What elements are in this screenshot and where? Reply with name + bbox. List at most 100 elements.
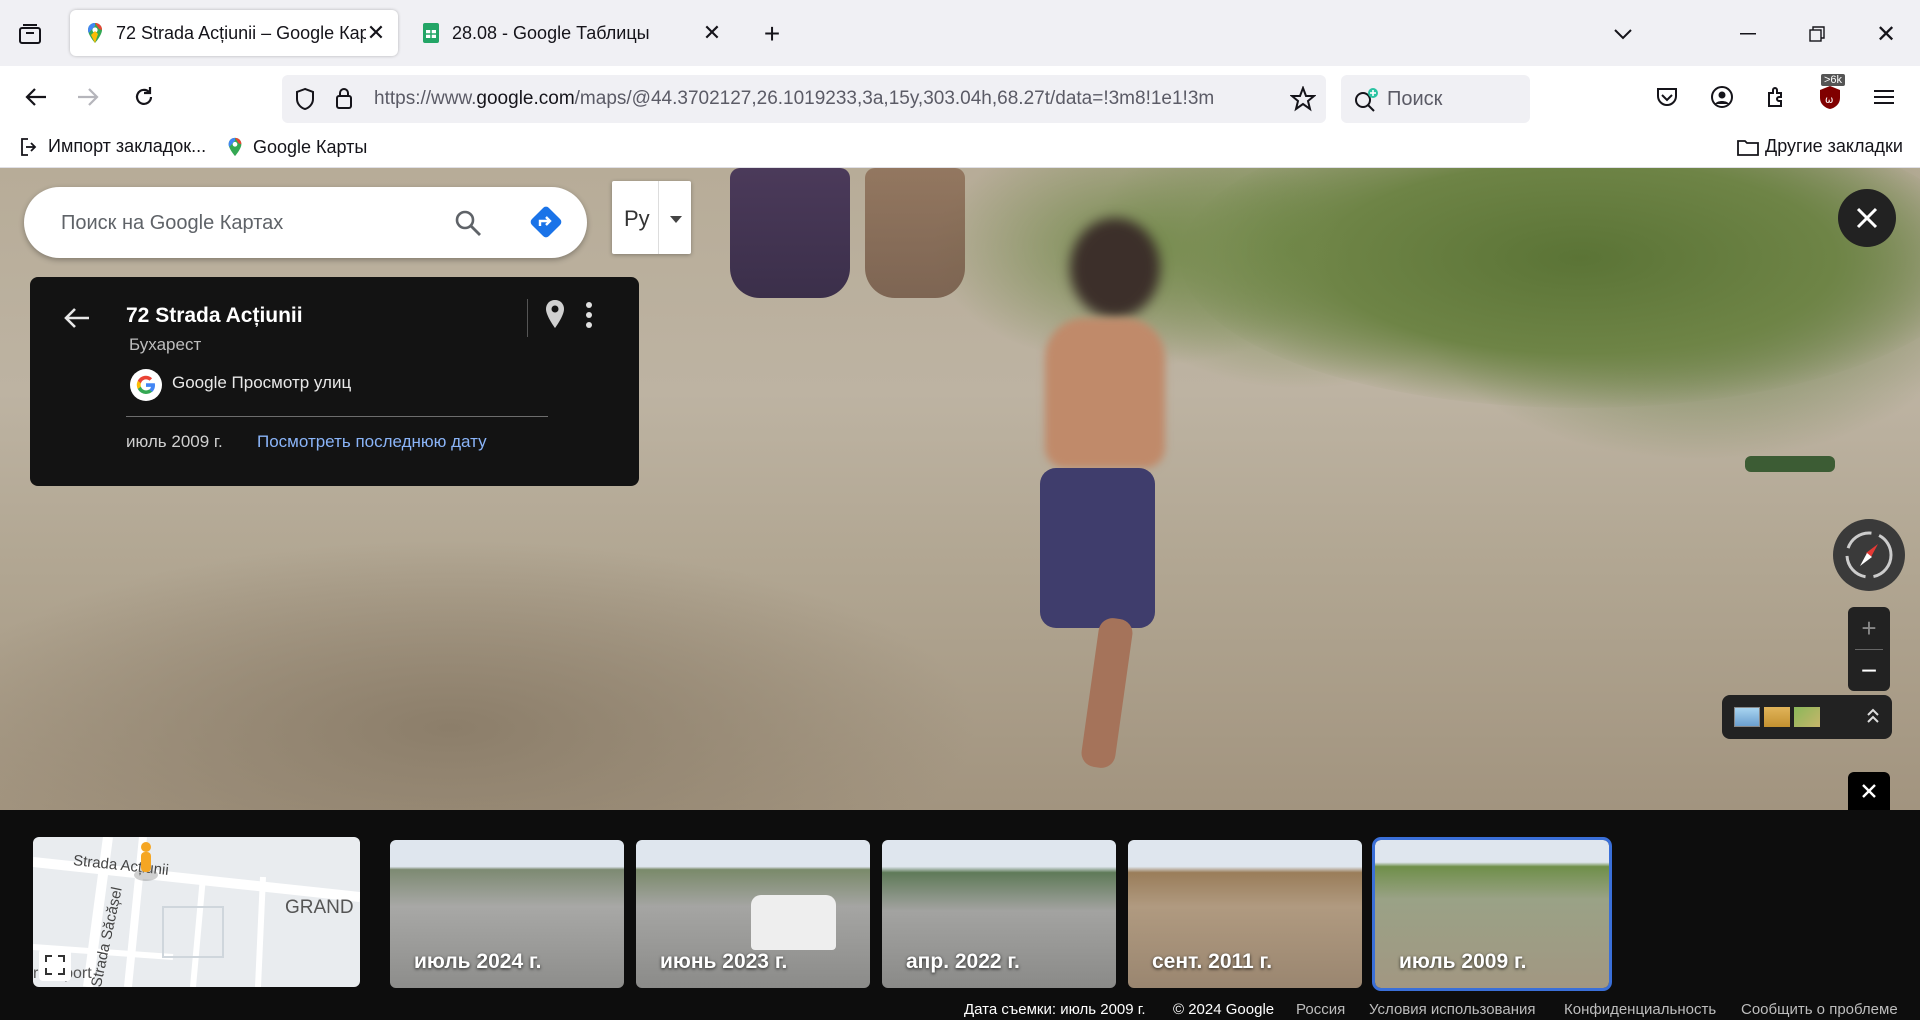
fullscreen-icon[interactable] <box>39 949 71 981</box>
compass-button[interactable] <box>1833 519 1905 591</box>
timeline-date-label: июль 2009 г. <box>1399 950 1527 973</box>
pegman-icon <box>133 841 159 888</box>
imagery-source: Google Просмотр улиц <box>172 373 352 392</box>
maps-pin-icon <box>88 23 102 43</box>
tracking-protection-icon[interactable] <box>294 87 316 116</box>
close-tab-icon[interactable]: ✕ <box>700 20 724 45</box>
bottle <box>1745 456 1835 472</box>
capture-date-footer: Дата съемки: июль 2009 г. <box>964 1001 1146 1018</box>
zoom-in-icon[interactable]: + <box>1861 607 1876 649</box>
other-bookmarks[interactable]: Другие закладки <box>1737 136 1903 157</box>
new-tab-icon[interactable]: + <box>756 18 788 50</box>
restore-icon[interactable] <box>1801 18 1833 50</box>
layer-thumbnail[interactable] <box>1734 707 1760 727</box>
bookmark-label: Импорт закладок... <box>48 136 207 156</box>
close-street-view-button[interactable] <box>1838 189 1896 247</box>
bookmark-google-maps[interactable]: Google Карты <box>225 136 367 158</box>
maps-search-box[interactable]: Поиск на Google Картах <box>24 187 587 258</box>
child-figure <box>1000 218 1200 778</box>
report-problem-link[interactable]: Сообщить о проблеме <box>1741 1001 1898 1018</box>
timeline-thumbnail[interactable]: июнь 2023 г. <box>636 840 870 988</box>
vehicle <box>751 895 836 950</box>
compass-icon <box>1845 531 1893 579</box>
timeline-date-label: апр. 2022 г. <box>906 950 1020 973</box>
pedestrian <box>730 168 850 298</box>
lock-icon[interactable] <box>334 86 354 115</box>
timeline-thumbnail-selected[interactable]: июль 2009 г. <box>1372 837 1612 991</box>
bookmark-label: Google Карты <box>253 136 368 157</box>
timeline-thumbnail[interactable]: сент. 2011 г. <box>1128 840 1362 988</box>
ublock-icon[interactable]: ω >6k <box>1813 74 1847 114</box>
location-info-card: 72 Strada Acțiunii Бухарест Google Просм… <box>30 277 639 486</box>
firefox-view-icon[interactable] <box>14 18 46 50</box>
tab-bar: 72 Strada Acțiunii – Google Карты ✕ 28.0… <box>0 0 1920 66</box>
timeline-date-label: июль 2024 г. <box>414 950 542 973</box>
import-icon <box>21 137 37 156</box>
url-prefix: https://www. <box>374 88 477 109</box>
minimize-icon[interactable] <box>1732 18 1764 50</box>
address-bar[interactable]: https://www.google.com/maps/@44.3702127,… <box>282 75 1326 123</box>
other-bookmarks-label: Другие закладки <box>1765 136 1903 156</box>
url-path: /maps/@44.3702127,26.1019233,3a,15y,303.… <box>574 88 1215 109</box>
location-pin-icon[interactable] <box>544 299 566 334</box>
language-selector[interactable]: Ру <box>612 181 691 254</box>
maps-pin-icon <box>228 137 242 157</box>
forward-icon[interactable] <box>71 80 105 114</box>
minimap[interactable]: Strada Acțiunii Strada Săcășel GRAND ran… <box>33 837 360 987</box>
google-logo-icon <box>130 369 162 401</box>
more-options-icon[interactable] <box>585 301 593 334</box>
bookmark-star-icon[interactable] <box>1289 85 1317 117</box>
back-arrow-icon[interactable] <box>64 307 90 334</box>
back-icon[interactable] <box>19 80 53 114</box>
close-window-icon[interactable]: ✕ <box>1870 18 1902 50</box>
minimap-area-label: GRAND <box>285 897 354 918</box>
divider <box>126 416 548 417</box>
bookmarks-toolbar: Импорт закладок... Google Карты Другие з… <box>0 128 1920 168</box>
capture-date: июль 2009 г. <box>126 432 223 451</box>
street-view-panorama[interactable] <box>0 168 1920 810</box>
sheets-icon <box>423 23 439 43</box>
chevron-down-icon[interactable] <box>670 211 682 229</box>
navigation-toolbar: https://www.google.com/maps/@44.3702127,… <box>0 66 1920 128</box>
close-icon <box>1862 784 1876 798</box>
search-placeholder: Поиск <box>1387 88 1443 110</box>
folder-icon <box>1737 139 1759 156</box>
zoom-out-icon[interactable]: − <box>1861 650 1877 691</box>
browser-search-field[interactable]: Поиск <box>1341 75 1530 123</box>
tab-title: 72 Strada Acțiunii – Google Карты <box>116 22 366 43</box>
tab-title: 28.08 - Google Таблицы <box>452 22 650 43</box>
search-icon <box>1353 87 1379 119</box>
extensions-icon[interactable] <box>1760 80 1794 114</box>
url-text[interactable]: https://www.google.com/maps/@44.3702127,… <box>374 88 1274 110</box>
layer-thumbnail[interactable] <box>1794 707 1820 727</box>
reload-icon[interactable] <box>127 80 161 114</box>
search-icon[interactable] <box>454 209 482 242</box>
maps-search-placeholder: Поиск на Google Картах <box>61 212 284 234</box>
expand-up-icon[interactable] <box>1866 707 1880 730</box>
close-timeline-button[interactable] <box>1848 772 1890 810</box>
timeline-date-label: сент. 2011 г. <box>1152 950 1273 973</box>
timeline-thumbnail[interactable]: апр. 2022 г. <box>882 840 1116 988</box>
zoom-controls: + − <box>1848 607 1890 691</box>
menu-icon[interactable] <box>1867 80 1901 114</box>
bookmark-import[interactable]: Импорт закладок... <box>20 136 206 157</box>
country-link[interactable]: Россия <box>1296 1001 1345 1018</box>
account-icon[interactable] <box>1705 80 1739 114</box>
location-name: 72 Strada Acțiunii <box>126 304 303 327</box>
pocket-icon[interactable] <box>1650 80 1684 114</box>
layers-panel[interactable] <box>1722 695 1892 739</box>
close-tab-icon[interactable]: ✕ <box>364 20 388 45</box>
directions-icon[interactable] <box>529 205 563 244</box>
tab-google-maps[interactable]: 72 Strada Acțiunii – Google Карты ✕ <box>70 10 398 56</box>
url-domain: google.com <box>476 88 575 109</box>
language-label: Ру <box>624 206 650 231</box>
maps-footer: Дата съемки: июль 2009 г. © 2024 Google … <box>0 998 1920 1020</box>
tab-google-sheets[interactable]: 28.08 - Google Таблицы ✕ <box>406 10 734 56</box>
terms-link[interactable]: Условия использования <box>1369 1001 1536 1018</box>
list-tabs-icon[interactable] <box>1607 18 1639 50</box>
extension-badge: >6k <box>1821 74 1846 86</box>
timeline-thumbnail[interactable]: июль 2024 г. <box>390 840 624 988</box>
layer-thumbnail[interactable] <box>1764 707 1790 727</box>
see-latest-date-link[interactable]: Посмотреть последнюю дату <box>257 432 487 452</box>
privacy-link[interactable]: Конфиденциальность <box>1564 1001 1716 1018</box>
